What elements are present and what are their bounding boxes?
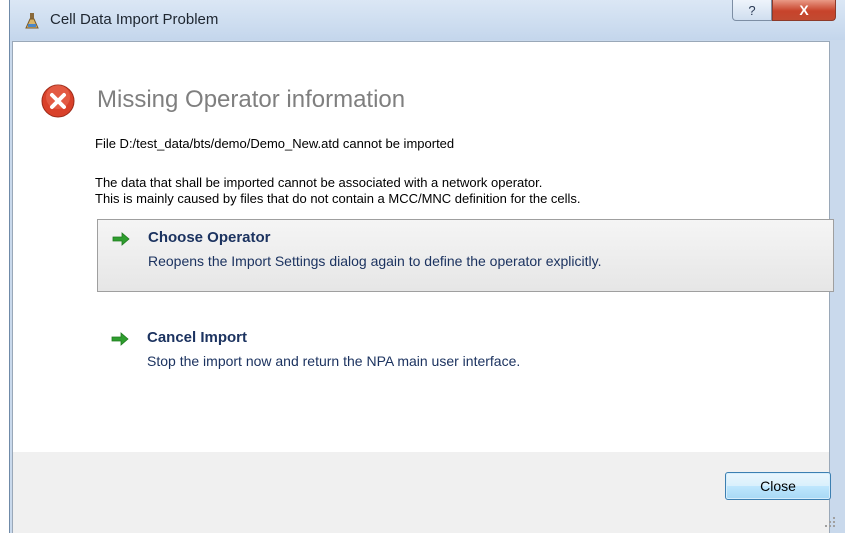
title-bar[interactable]: Cell Data Import Problem ? X [10,0,845,40]
message-heading: Missing Operator information [97,86,406,113]
choose-operator-note: Reopens the Import Settings dialog again… [148,253,602,269]
cancel-import-label: Cancel Import [147,329,248,346]
cancel-import-note: Stop the import now and return the NPA m… [147,353,521,369]
flask-icon [25,13,39,29]
file-message: File D:/test_data/bts/demo/Demo_New.atd … [95,136,455,151]
window-title: Cell Data Import Problem [50,11,219,28]
dialog-window: Cell Data Import Problem ? X Missing Ope… [9,0,845,533]
cancel-import-command-link[interactable]: Cancel Import Stop the import now and re… [97,320,834,393]
desktop-background [0,0,9,533]
green-arrow-icon [111,332,129,346]
error-x-icon [41,84,75,118]
dialog-footer [12,452,830,533]
green-arrow-icon [112,232,130,246]
description-line-2: This is mainly caused by files that do n… [95,191,581,206]
choose-operator-label: Choose Operator [148,229,271,246]
window-close-button[interactable]: X [772,0,836,21]
help-icon: ? [748,2,756,18]
help-button[interactable]: ? [732,0,772,21]
choose-operator-command-link[interactable]: Choose Operator Reopens the Import Setti… [97,219,834,292]
description-line-1: The data that shall be imported cannot b… [95,175,543,190]
description-text: The data that shall be imported cannot b… [95,175,581,207]
close-button[interactable]: Close [725,472,831,500]
close-icon: X [799,2,809,18]
resize-grip-icon[interactable] [824,516,836,528]
